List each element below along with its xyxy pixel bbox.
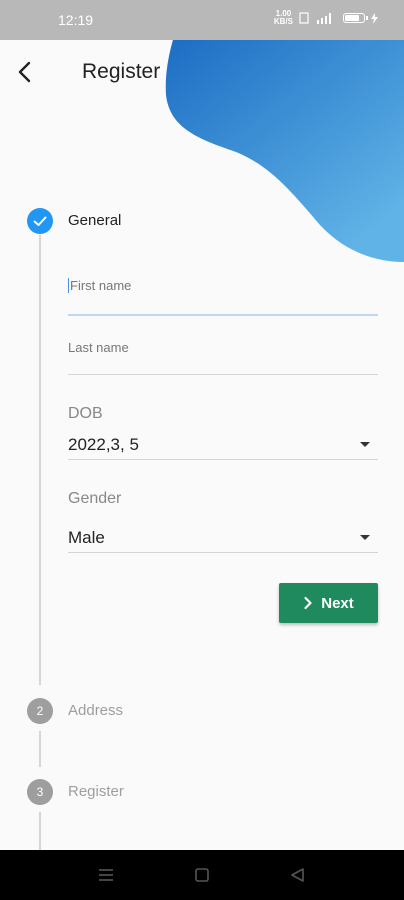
gender-value: Male	[68, 528, 105, 547]
dropdown-caret-icon	[360, 442, 370, 447]
chevron-right-icon	[304, 596, 312, 610]
back-triangle-icon[interactable]	[288, 866, 308, 884]
gender-label: Gender	[68, 490, 122, 507]
first-name-underline	[68, 314, 378, 316]
dob-select[interactable]: DOB 2022,3, 5	[68, 405, 378, 461]
system-navigation-bar	[0, 850, 404, 900]
step-connector-line	[39, 235, 41, 685]
back-button[interactable]	[12, 58, 40, 86]
step-1-label[interactable]: General	[68, 212, 121, 229]
step-1-indicator[interactable]	[27, 208, 53, 234]
next-button[interactable]: Next	[279, 583, 378, 623]
battery-icon	[343, 13, 368, 23]
dob-underline	[68, 459, 378, 460]
last-name-underline	[68, 374, 378, 375]
network-speed: 1.00 KB/S	[273, 9, 293, 26]
text-cursor	[68, 278, 69, 293]
step-3-indicator[interactable]: 3	[27, 779, 53, 805]
step-2-label[interactable]: Address	[68, 702, 123, 719]
step-2-indicator[interactable]: 2	[27, 698, 53, 724]
decorative-blob	[165, 0, 404, 262]
status-time: 12:19	[58, 12, 94, 28]
arrow-back-icon	[18, 61, 31, 83]
signal-icon	[317, 13, 331, 24]
last-name-field[interactable]: Last name	[68, 340, 378, 376]
charging-icon	[371, 12, 378, 24]
page-title: Register	[82, 60, 161, 83]
dob-value: 2022,3, 5	[68, 435, 139, 454]
home-square-icon[interactable]	[192, 866, 212, 884]
status-bar: 12:19 1.00 KB/S	[0, 0, 404, 40]
dropdown-caret-icon	[360, 535, 370, 540]
first-name-field[interactable]: First name	[68, 278, 378, 316]
menu-icon[interactable]	[96, 866, 116, 884]
step-3-label[interactable]: Register	[68, 783, 124, 800]
next-button-label: Next	[321, 594, 354, 612]
step-connector-line	[39, 812, 41, 850]
step-connector-line	[39, 731, 41, 767]
first-name-placeholder: First name	[70, 278, 132, 293]
hd-icon	[299, 12, 309, 24]
gender-underline	[68, 552, 378, 553]
check-icon	[33, 216, 47, 226]
dob-label: DOB	[68, 405, 103, 422]
gender-select[interactable]: Gender Male	[68, 490, 378, 554]
status-icons: 1.00 KB/S	[274, 10, 378, 26]
last-name-placeholder: Last name	[68, 340, 129, 355]
